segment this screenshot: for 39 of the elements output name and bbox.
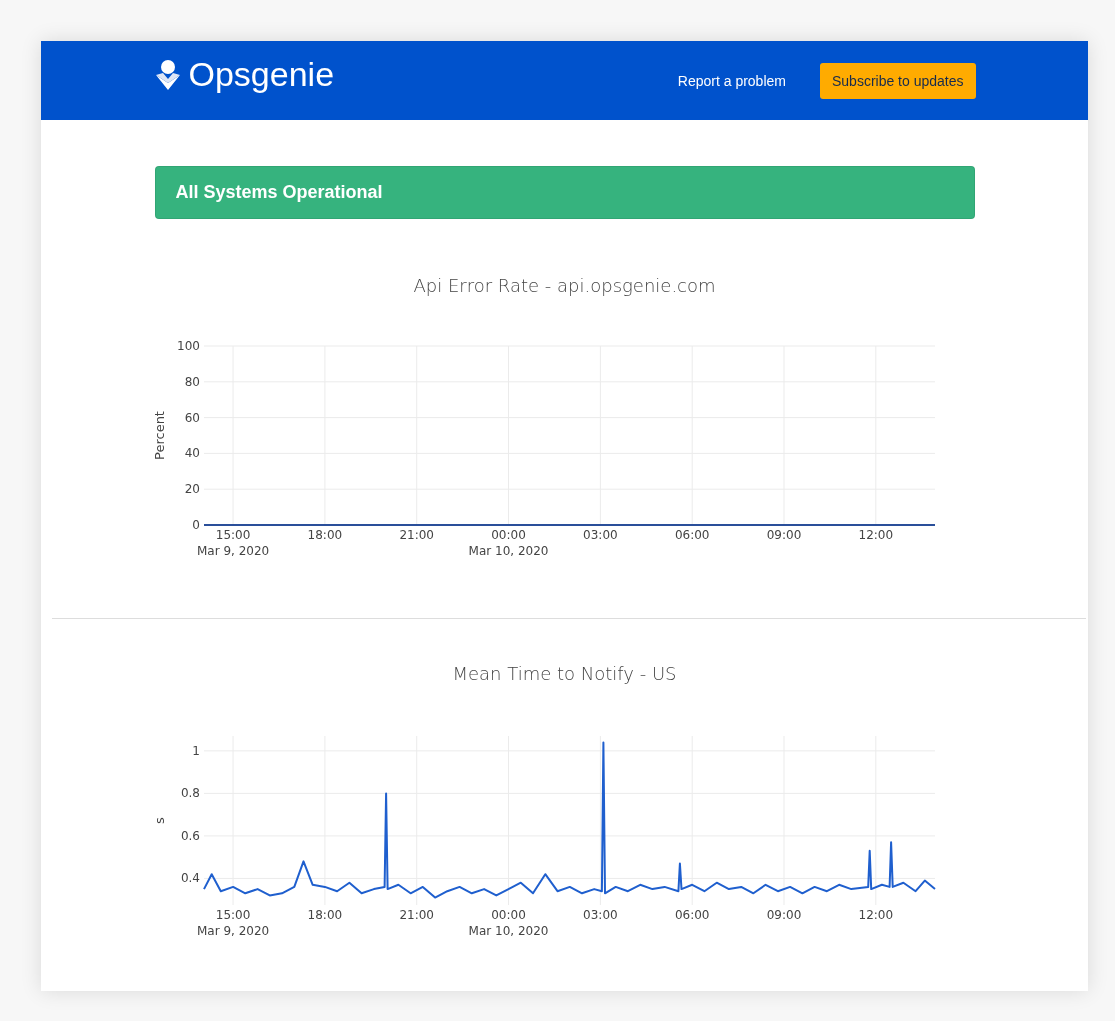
axis-tick-label: 12:00 [858, 908, 894, 922]
axis-title: s [152, 817, 167, 824]
axis-tick-label: 09:00 [766, 528, 802, 542]
axis-tick-label: 15:00 [215, 528, 251, 542]
subscribe-button[interactable]: Subscribe to updates [819, 62, 976, 99]
axis-title: Percent [152, 411, 167, 460]
axis-tick-label: 1 [192, 743, 200, 758]
axis-tick-label: 00:00 [491, 528, 526, 542]
status-banner: All Systems Operational [154, 166, 975, 219]
axis-tick-label: 03:00 [583, 908, 618, 922]
axis-tick-label: Mar 9, 2020 [196, 544, 270, 558]
axis-tick-label: 0.4 [180, 871, 200, 886]
brand-name: Opsgenie [188, 55, 335, 94]
chart-title: Mean Time to Notify - US [451, 663, 678, 684]
axis-tick-label: 03:00 [583, 528, 618, 542]
logo-icon [154, 59, 181, 90]
axis-tick-label: 0.6 [180, 828, 200, 843]
axis-tick-label: 21:00 [399, 908, 434, 922]
axis-tick-label: 00:00 [491, 908, 526, 922]
axis-tick-label: 20 [184, 482, 200, 497]
axis-tick-label: 15:00 [215, 908, 251, 922]
axis-tick-label: 0.8 [180, 786, 200, 801]
axis-tick-label: Mar 9, 2020 [196, 924, 270, 938]
axis-tick-label: 0 [192, 518, 200, 532]
axis-tick-label: 06:00 [674, 528, 710, 542]
axis-tick-label: 100 [177, 339, 200, 353]
axis-tick-label: 12:00 [858, 528, 894, 542]
axis-tick-label: 40 [184, 446, 200, 461]
axis-tick-label: 06:00 [674, 908, 710, 922]
axis-tick-label: Mar 10, 2020 [468, 544, 549, 558]
report-link[interactable]: Report a problem [677, 72, 786, 89]
axis-tick-label: 09:00 [766, 908, 802, 922]
axis-tick-label: Mar 10, 2020 [468, 924, 549, 938]
axis-tick-label: 80 [184, 374, 200, 389]
axis-tick-label: 18:00 [307, 528, 343, 542]
axis-tick-label: 21:00 [399, 528, 434, 542]
axis-tick-label: 18:00 [307, 908, 343, 922]
chart-title: Api Error Rate - api.opsgenie.com [412, 275, 717, 296]
axis-tick-label: 60 [184, 410, 200, 425]
